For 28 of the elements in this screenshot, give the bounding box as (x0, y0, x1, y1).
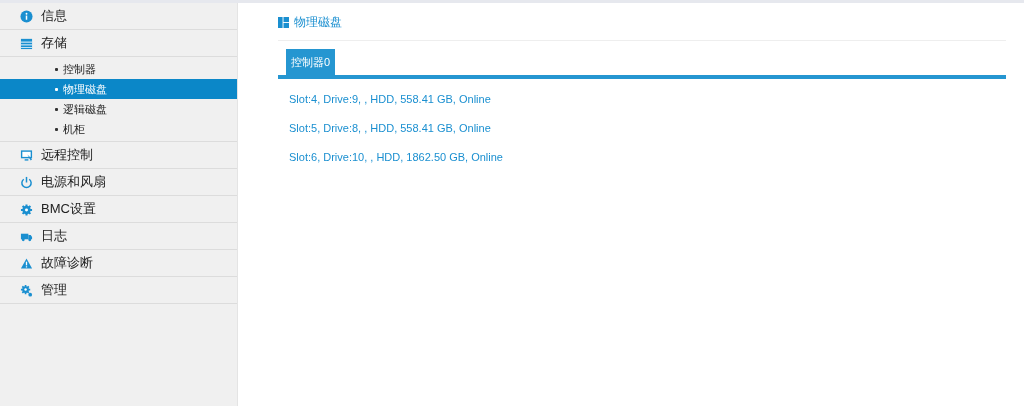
sidebar-subitem[interactable]: 机柜 (0, 119, 237, 139)
bullet-icon (55, 107, 58, 111)
gears-icon (20, 283, 33, 297)
sidebar-item[interactable]: 故障诊断 (0, 250, 237, 277)
disk-link[interactable]: Slot:5, Drive:8, , HDD, 558.41 GB, Online (289, 120, 1006, 149)
sidebar-item[interactable]: 日志 (0, 223, 237, 250)
disk-link[interactable]: Slot:4, Drive:9, , HDD, 558.41 GB, Online (289, 91, 1006, 120)
windows-icon (278, 17, 289, 28)
sidebar-item[interactable]: 电源和风扇 (0, 169, 237, 196)
power-icon (20, 175, 33, 189)
warning-icon (20, 256, 33, 270)
sidebar-item[interactable]: 信息 (0, 3, 237, 30)
sidebar-subitem[interactable]: 控制器 (0, 59, 237, 79)
page-title: 物理磁盘 (294, 14, 342, 31)
info-icon (20, 9, 33, 23)
disk-link[interactable]: Slot:6, Drive:10, , HDD, 1862.50 GB, Online (289, 149, 1006, 178)
bullet-icon (55, 67, 58, 71)
bullet-icon (55, 127, 58, 131)
sidebar-item[interactable]: 远程控制 (0, 142, 237, 169)
sidebar-item[interactable]: 存储 (0, 30, 237, 57)
sidebar-item[interactable]: 管理 (0, 277, 237, 304)
sidebar-item[interactable]: BMC设置 (0, 196, 237, 223)
bullet-icon (55, 87, 58, 91)
sidebar-subitem[interactable]: 物理磁盘 (0, 79, 237, 99)
storage-icon (20, 36, 33, 50)
gear-icon (20, 202, 33, 216)
sidebar-subitem[interactable]: 逻辑磁盘 (0, 99, 237, 119)
monitor-icon (20, 148, 33, 162)
